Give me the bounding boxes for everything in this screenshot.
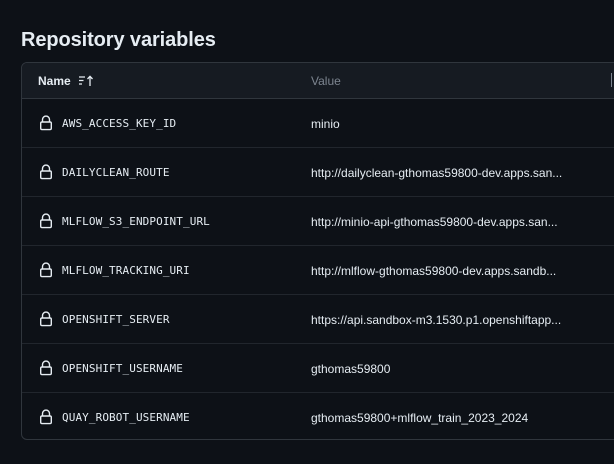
table-row[interactable]: OPENSHIFT_SERVER https://api.sandbox-m3.… [22,295,614,344]
variable-name: DAILYCLEAN_ROUTE [62,166,170,179]
name-column-header[interactable]: Name [38,63,94,98]
table-header: Name Value [22,63,614,99]
table-row[interactable]: OPENSHIFT_USERNAME gthomas59800 [22,344,614,393]
lock-icon [39,262,53,278]
table-row[interactable]: DAILYCLEAN_ROUTE http://dailyclean-gthom… [22,148,614,197]
value-column-header: Value [311,73,341,88]
table-row[interactable]: AWS_ACCESS_KEY_ID minio [22,99,614,148]
variable-value: http://dailyclean-gthomas59800-dev.apps.… [311,165,563,180]
variable-name: MLFLOW_TRACKING_URI [62,264,190,277]
lock-icon [39,360,53,376]
variable-value: minio [311,116,340,131]
lock-icon [39,115,53,131]
lock-icon [39,164,53,180]
table-row[interactable]: QUAY_ROBOT_USERNAME gthomas59800+mlflow_… [22,393,614,439]
variable-name: OPENSHIFT_USERNAME [62,362,184,375]
variable-name: MLFLOW_S3_ENDPOINT_URL [62,215,210,228]
lock-icon [39,311,53,327]
table-row[interactable]: MLFLOW_S3_ENDPOINT_URL http://minio-api-… [22,197,614,246]
variable-value: http://mlflow-gthomas59800-dev.apps.sand… [311,263,557,278]
variable-name: AWS_ACCESS_KEY_ID [62,117,177,130]
variable-value: gthomas59800 [311,361,391,376]
variable-value: https://api.sandbox-m3.1530.p1.openshift… [311,312,562,327]
variable-value: gthomas59800+mlflow_train_2023_2024 [311,410,529,425]
variable-value: http://minio-api-gthomas59800-dev.apps.s… [311,214,558,229]
section-title: Repository variables [21,29,216,51]
variable-name: OPENSHIFT_SERVER [62,313,170,326]
sort-ascending-icon[interactable] [78,74,94,87]
column-divider [611,73,612,87]
variables-table: Name Value AWS_ACCESS_KEY_ID minio DAILY… [21,62,614,440]
table-row[interactable]: MLFLOW_TRACKING_URI http://mlflow-gthoma… [22,246,614,295]
lock-icon [39,409,53,425]
variable-name: QUAY_ROBOT_USERNAME [62,411,190,424]
name-column-label: Name [38,73,71,88]
variables-list: AWS_ACCESS_KEY_ID minio DAILYCLEAN_ROUTE… [22,99,614,439]
repository-variables-page: Repository variables Name Value AWS_ACCE… [0,0,614,464]
lock-icon [39,213,53,229]
